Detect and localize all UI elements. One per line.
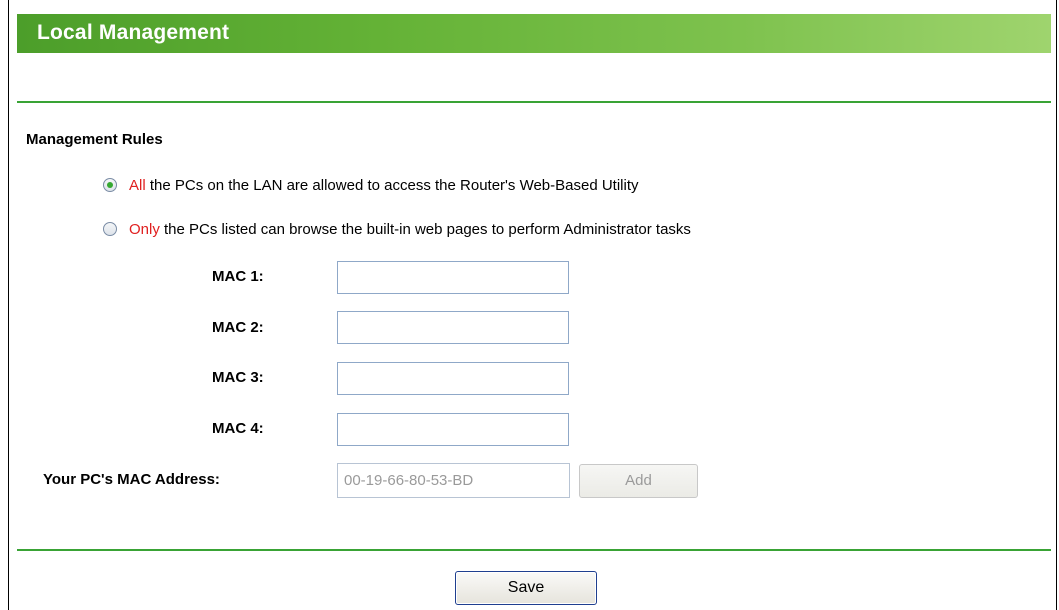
mac4-input[interactable] xyxy=(337,413,569,446)
option-all-highlight: All xyxy=(129,176,146,194)
page-frame xyxy=(8,0,1057,610)
mac4-label: MAC 4: xyxy=(212,420,264,437)
bottom-divider xyxy=(17,549,1051,551)
your-mac-field: 00-19-66-80-53-BD xyxy=(337,463,570,498)
mac1-label: MAC 1: xyxy=(212,268,264,285)
page-title: Local Management xyxy=(37,21,230,44)
option-all-row[interactable]: All the PCs on the LAN are allowed to ac… xyxy=(103,175,639,195)
mac3-label: MAC 3: xyxy=(212,369,264,386)
mac1-input[interactable] xyxy=(337,261,569,294)
mac2-input[interactable] xyxy=(337,311,569,344)
page-header: Local Management xyxy=(17,14,1051,53)
add-button[interactable]: Add xyxy=(579,464,698,498)
top-divider xyxy=(17,101,1051,103)
radio-all[interactable] xyxy=(103,178,117,192)
option-only-highlight: Only xyxy=(129,220,160,238)
save-button[interactable]: Save xyxy=(455,571,597,605)
option-all-label: the PCs on the LAN are allowed to access… xyxy=(145,176,639,194)
radio-only[interactable] xyxy=(103,222,117,236)
mac3-input[interactable] xyxy=(337,362,569,395)
mac2-label: MAC 2: xyxy=(212,319,264,336)
option-only-row[interactable]: Only the PCs listed can browse the built… xyxy=(103,219,691,239)
section-title: Management Rules xyxy=(26,131,163,148)
your-mac-label: Your PC's MAC Address: xyxy=(43,471,220,488)
option-only-label: the PCs listed can browse the built-in w… xyxy=(159,220,691,238)
